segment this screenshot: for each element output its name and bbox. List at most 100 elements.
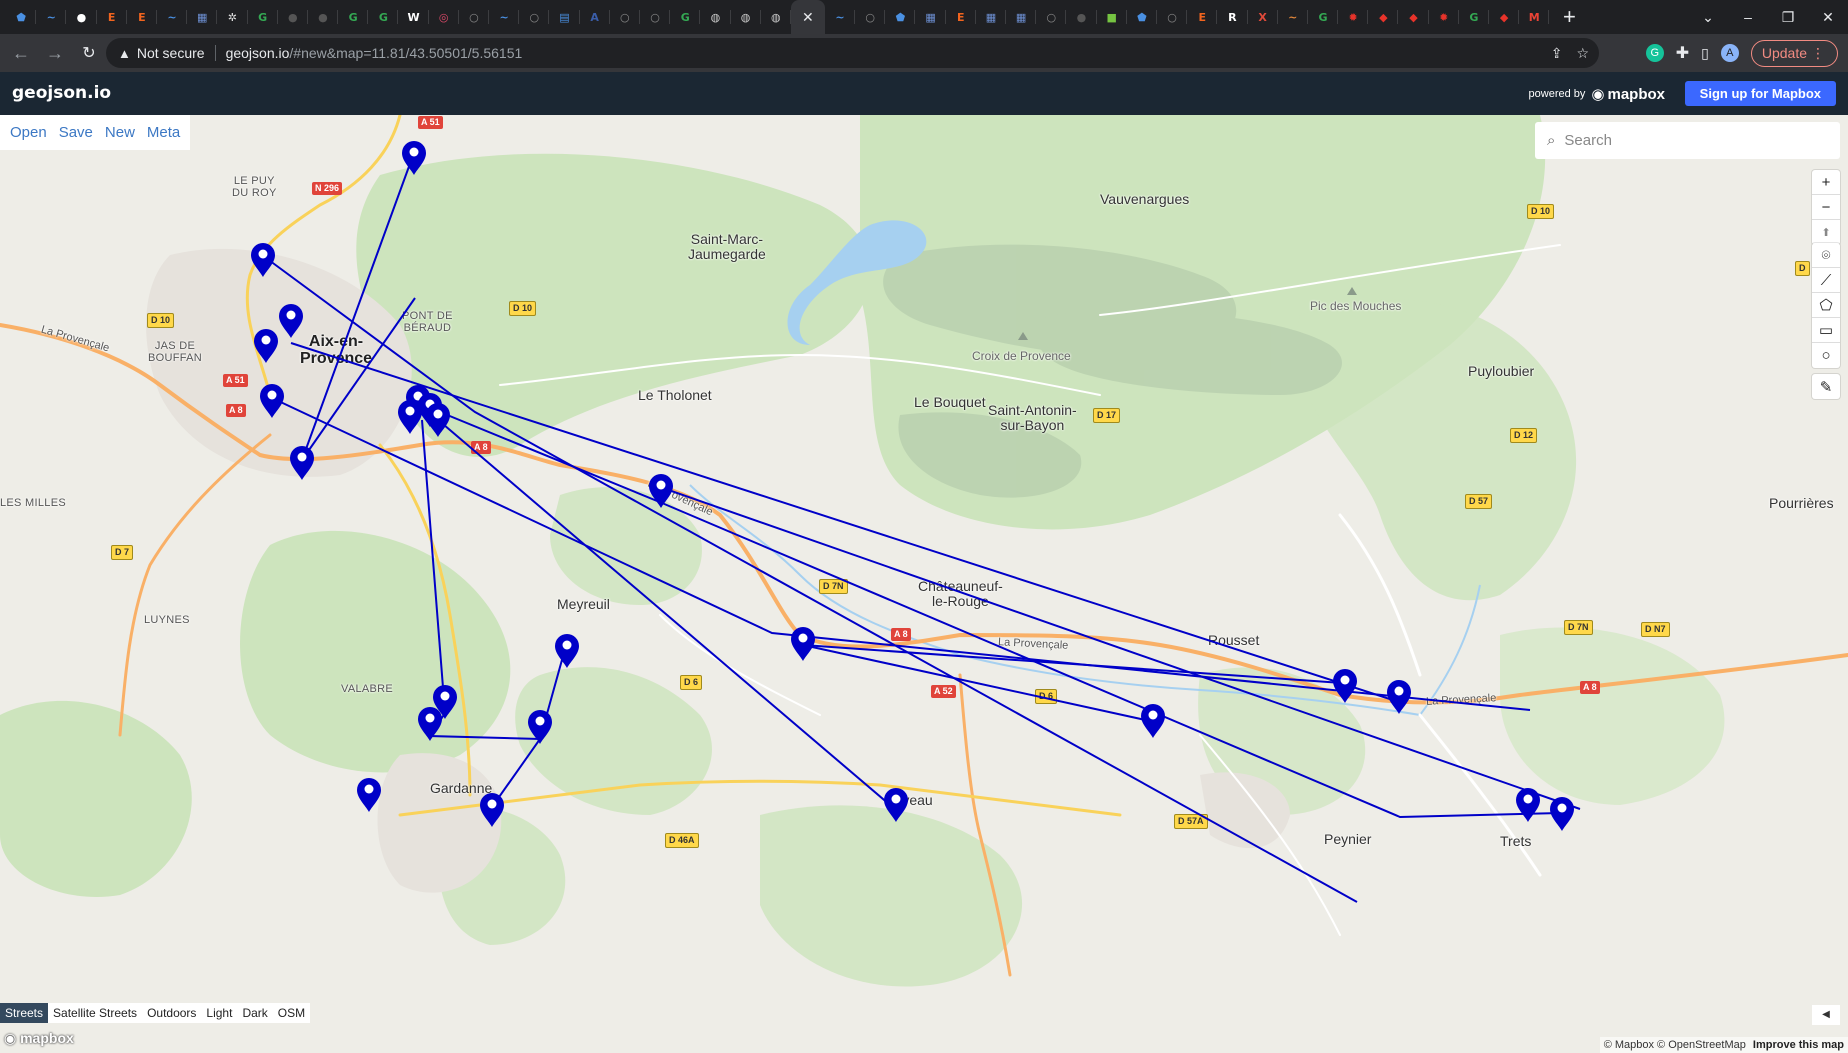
tab[interactable]: ✹ <box>1338 0 1369 34</box>
geojson-features[interactable] <box>0 115 1848 1053</box>
map-marker-icon[interactable] <box>791 627 815 661</box>
tab[interactable]: ○ <box>1157 0 1188 34</box>
tab[interactable]: ~ <box>1278 0 1309 34</box>
map-marker-icon[interactable] <box>279 304 303 338</box>
tab[interactable]: ○ <box>1036 0 1067 34</box>
not-secure-label[interactable]: Not secure <box>137 45 205 61</box>
profile-avatar[interactable]: A <box>1720 44 1739 62</box>
map-marker-icon[interactable] <box>1387 680 1411 714</box>
tab[interactable]: ● <box>1066 0 1097 34</box>
tab[interactable]: G <box>1459 0 1490 34</box>
tab[interactable]: ○ <box>640 0 671 34</box>
tab[interactable]: X <box>1248 0 1278 34</box>
tab[interactable]: ● <box>308 0 339 34</box>
map-marker-icon[interactable] <box>260 384 284 418</box>
reload-icon[interactable]: ↻ <box>76 43 102 63</box>
tab[interactable]: G <box>670 0 701 34</box>
forward-icon[interactable]: → <box>42 43 68 64</box>
side-panel-icon[interactable]: ▯ <box>1701 45 1709 62</box>
close-window-icon[interactable]: ✕ <box>1808 9 1848 26</box>
collapse-panel-icon[interactable]: ◀ <box>1812 1005 1840 1025</box>
tab[interactable]: ○ <box>855 0 886 34</box>
url-text[interactable]: geojson.io/#new&map=11.81/43.50501/5.561… <box>226 45 523 61</box>
grammarly-icon[interactable]: G <box>1645 44 1664 62</box>
back-icon[interactable]: ← <box>8 43 34 64</box>
tab[interactable]: ▦ <box>976 0 1007 34</box>
rectangle-icon[interactable]: ▭ <box>1812 318 1840 343</box>
marker-icon[interactable]: ⌾ <box>1812 243 1840 268</box>
tab[interactable]: A <box>580 0 610 34</box>
map-marker-icon[interactable] <box>1516 788 1540 822</box>
brand-logo[interactable]: geojson.io <box>12 83 111 103</box>
map-marker-icon[interactable] <box>1550 797 1574 831</box>
polygon-icon[interactable]: ⬠ <box>1812 293 1840 318</box>
tab[interactable]: ◆ <box>1398 0 1429 34</box>
tab[interactable]: E <box>127 0 158 34</box>
layer-option[interactable]: Light <box>201 1003 237 1023</box>
tab-search-icon[interactable]: ⌄ <box>1688 9 1728 26</box>
signup-button[interactable]: Sign up for Mapbox <box>1684 81 1836 106</box>
tab[interactable]: ○ <box>519 0 550 34</box>
tab-active[interactable]: ✕ <box>790 0 825 34</box>
tab[interactable]: ◍ <box>731 0 761 34</box>
tab[interactable]: ◍ <box>700 0 731 34</box>
tab[interactable]: ■ <box>1097 0 1127 34</box>
tab[interactable]: E <box>946 0 977 34</box>
tab[interactable]: G <box>368 0 399 34</box>
map-marker-icon[interactable] <box>398 400 422 434</box>
menu-meta[interactable]: Meta <box>141 124 186 141</box>
tab[interactable]: ○ <box>459 0 490 34</box>
layer-option[interactable]: Dark <box>237 1003 272 1023</box>
layer-option[interactable]: Outdoors <box>142 1003 201 1023</box>
tab[interactable]: ▤ <box>549 0 580 34</box>
close-tab-icon[interactable]: ✕ <box>802 9 814 26</box>
layer-option[interactable]: OSM <box>273 1003 310 1023</box>
new-tab-button[interactable]: + <box>1553 0 1585 34</box>
zoom-in-button[interactable]: + <box>1812 170 1840 195</box>
restore-icon[interactable]: ❐ <box>1768 9 1808 26</box>
map-marker-icon[interactable] <box>1333 669 1357 703</box>
tab[interactable]: ▦ <box>915 0 946 34</box>
tab[interactable]: ⬟ <box>1127 0 1158 34</box>
map-marker-icon[interactable] <box>480 793 504 827</box>
improve-map-link[interactable]: Improve this map <box>1753 1039 1844 1051</box>
tab[interactable]: G <box>1308 0 1339 34</box>
map-marker-icon[interactable] <box>357 778 381 812</box>
menu-save[interactable]: Save <box>53 124 99 141</box>
map-canvas[interactable]: LE PUY DU ROY JAS DE BOUFFAN Aix-en- Prove… <box>0 115 1848 1053</box>
zoom-out-button[interactable]: − <box>1812 195 1840 220</box>
tab[interactable]: ● <box>66 0 97 34</box>
map-marker-icon[interactable] <box>649 474 673 508</box>
layer-option[interactable]: Satellite Streets <box>48 1003 142 1023</box>
tab[interactable]: M <box>1519 0 1550 34</box>
tab[interactable]: ▦ <box>1006 0 1037 34</box>
compass-button[interactable]: ⬆ <box>1812 220 1840 245</box>
tab[interactable]: G <box>248 0 278 34</box>
address-bar[interactable]: ▲ Not secure geojson.io/#new&map=11.81/4… <box>106 38 1599 68</box>
mapbox-brand[interactable]: ◉ mapbox <box>1591 85 1665 104</box>
tab[interactable]: W <box>398 0 429 34</box>
tab[interactable]: E <box>1187 0 1218 34</box>
search-input[interactable]: ⌕ Search <box>1535 122 1840 159</box>
tab[interactable]: ✹ <box>1429 0 1460 34</box>
layer-option[interactable]: Streets <box>0 1003 49 1023</box>
map-marker-icon[interactable] <box>884 788 908 822</box>
tab[interactable]: ~ <box>157 0 188 34</box>
extensions-puzzle-icon[interactable]: ✚ <box>1676 43 1689 63</box>
map-marker-icon[interactable] <box>251 243 275 277</box>
update-button[interactable]: Update ⋮ <box>1750 39 1838 67</box>
tab[interactable]: ⬟ <box>885 0 916 34</box>
mapbox-wordmark[interactable]: ◉ mapbox <box>4 1030 74 1047</box>
tab[interactable]: R <box>1217 0 1248 34</box>
tab[interactable]: ⬟ <box>6 0 37 34</box>
map-marker-icon[interactable] <box>555 634 579 668</box>
tab[interactable]: ○ <box>610 0 641 34</box>
tab[interactable]: ✲ <box>217 0 248 34</box>
tab[interactable]: ◎ <box>429 0 460 34</box>
map-marker-icon[interactable] <box>290 446 314 480</box>
map-marker-icon[interactable] <box>426 403 450 437</box>
bookmark-star-icon[interactable]: ☆ <box>1576 45 1589 62</box>
line-icon[interactable]: ⟋ <box>1812 268 1840 293</box>
tab[interactable]: ◆ <box>1368 0 1399 34</box>
edit-icon[interactable]: ✎ <box>1812 374 1840 399</box>
